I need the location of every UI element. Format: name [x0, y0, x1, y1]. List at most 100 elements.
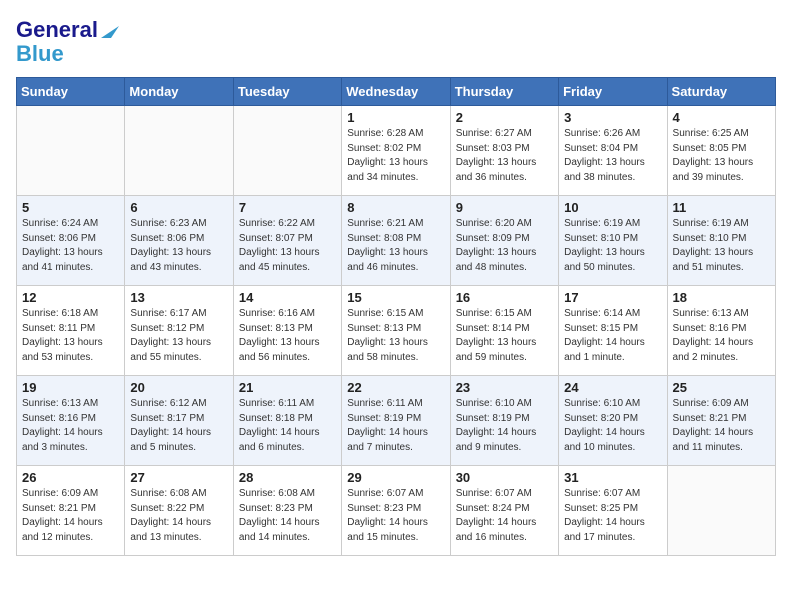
day-number: 20 [130, 380, 227, 395]
calendar-cell: 13 Sunrise: 6:17 AM Sunset: 8:12 PM Dayl… [125, 286, 233, 376]
day-info: Sunrise: 6:12 AM Sunset: 8:17 PM Dayligh… [130, 397, 227, 455]
col-header-monday: Monday [125, 78, 233, 106]
day-info: Sunrise: 6:13 AM Sunset: 8:16 PM Dayligh… [22, 397, 119, 455]
day-number: 14 [239, 290, 336, 305]
day-number: 4 [673, 110, 770, 125]
calendar-cell: 14 Sunrise: 6:16 AM Sunset: 8:13 PM Dayl… [233, 286, 341, 376]
day-info: Sunrise: 6:15 AM Sunset: 8:14 PM Dayligh… [456, 307, 553, 365]
day-number: 16 [456, 290, 553, 305]
calendar-cell: 11 Sunrise: 6:19 AM Sunset: 8:10 PM Dayl… [667, 196, 775, 286]
day-info: Sunrise: 6:25 AM Sunset: 8:05 PM Dayligh… [673, 127, 770, 185]
day-info: Sunrise: 6:10 AM Sunset: 8:19 PM Dayligh… [456, 397, 553, 455]
calendar-cell: 9 Sunrise: 6:20 AM Sunset: 8:09 PM Dayli… [450, 196, 558, 286]
calendar-cell: 20 Sunrise: 6:12 AM Sunset: 8:17 PM Dayl… [125, 376, 233, 466]
calendar-cell: 1 Sunrise: 6:28 AM Sunset: 8:02 PM Dayli… [342, 106, 450, 196]
calendar-cell: 29 Sunrise: 6:07 AM Sunset: 8:23 PM Dayl… [342, 466, 450, 556]
calendar-cell: 12 Sunrise: 6:18 AM Sunset: 8:11 PM Dayl… [17, 286, 125, 376]
day-info: Sunrise: 6:07 AM Sunset: 8:25 PM Dayligh… [564, 487, 661, 545]
day-number: 25 [673, 380, 770, 395]
col-header-friday: Friday [559, 78, 667, 106]
calendar-cell: 30 Sunrise: 6:07 AM Sunset: 8:24 PM Dayl… [450, 466, 558, 556]
calendar-cell: 28 Sunrise: 6:08 AM Sunset: 8:23 PM Dayl… [233, 466, 341, 556]
calendar-cell: 31 Sunrise: 6:07 AM Sunset: 8:25 PM Dayl… [559, 466, 667, 556]
day-info: Sunrise: 6:19 AM Sunset: 8:10 PM Dayligh… [564, 217, 661, 275]
day-info: Sunrise: 6:24 AM Sunset: 8:06 PM Dayligh… [22, 217, 119, 275]
day-number: 26 [22, 470, 119, 485]
day-number: 27 [130, 470, 227, 485]
calendar-cell: 5 Sunrise: 6:24 AM Sunset: 8:06 PM Dayli… [17, 196, 125, 286]
day-number: 10 [564, 200, 661, 215]
day-info: Sunrise: 6:11 AM Sunset: 8:18 PM Dayligh… [239, 397, 336, 455]
calendar-cell: 4 Sunrise: 6:25 AM Sunset: 8:05 PM Dayli… [667, 106, 775, 196]
logo-text: General [16, 19, 98, 41]
day-info: Sunrise: 6:21 AM Sunset: 8:08 PM Dayligh… [347, 217, 444, 275]
calendar-cell: 6 Sunrise: 6:23 AM Sunset: 8:06 PM Dayli… [125, 196, 233, 286]
calendar-cell [125, 106, 233, 196]
day-number: 28 [239, 470, 336, 485]
day-info: Sunrise: 6:18 AM Sunset: 8:11 PM Dayligh… [22, 307, 119, 365]
calendar-cell [233, 106, 341, 196]
calendar-cell [17, 106, 125, 196]
day-number: 23 [456, 380, 553, 395]
day-info: Sunrise: 6:08 AM Sunset: 8:22 PM Dayligh… [130, 487, 227, 545]
calendar-cell: 10 Sunrise: 6:19 AM Sunset: 8:10 PM Dayl… [559, 196, 667, 286]
day-number: 17 [564, 290, 661, 305]
week-row-3: 12 Sunrise: 6:18 AM Sunset: 8:11 PM Dayl… [17, 286, 776, 376]
day-number: 29 [347, 470, 444, 485]
day-info: Sunrise: 6:27 AM Sunset: 8:03 PM Dayligh… [456, 127, 553, 185]
calendar-cell: 18 Sunrise: 6:13 AM Sunset: 8:16 PM Dayl… [667, 286, 775, 376]
calendar-cell: 7 Sunrise: 6:22 AM Sunset: 8:07 PM Dayli… [233, 196, 341, 286]
col-header-tuesday: Tuesday [233, 78, 341, 106]
day-info: Sunrise: 6:16 AM Sunset: 8:13 PM Dayligh… [239, 307, 336, 365]
day-number: 1 [347, 110, 444, 125]
calendar-cell: 15 Sunrise: 6:15 AM Sunset: 8:13 PM Dayl… [342, 286, 450, 376]
calendar-cell: 8 Sunrise: 6:21 AM Sunset: 8:08 PM Dayli… [342, 196, 450, 286]
calendar-cell: 27 Sunrise: 6:08 AM Sunset: 8:22 PM Dayl… [125, 466, 233, 556]
calendar-cell [667, 466, 775, 556]
day-info: Sunrise: 6:14 AM Sunset: 8:15 PM Dayligh… [564, 307, 661, 365]
day-info: Sunrise: 6:23 AM Sunset: 8:06 PM Dayligh… [130, 217, 227, 275]
day-number: 8 [347, 200, 444, 215]
calendar-cell: 23 Sunrise: 6:10 AM Sunset: 8:19 PM Dayl… [450, 376, 558, 466]
day-number: 6 [130, 200, 227, 215]
day-info: Sunrise: 6:13 AM Sunset: 8:16 PM Dayligh… [673, 307, 770, 365]
page-header: General Blue [16, 16, 776, 65]
calendar-table: SundayMondayTuesdayWednesdayThursdayFrid… [16, 77, 776, 556]
day-info: Sunrise: 6:11 AM Sunset: 8:19 PM Dayligh… [347, 397, 444, 455]
calendar-cell: 25 Sunrise: 6:09 AM Sunset: 8:21 PM Dayl… [667, 376, 775, 466]
day-number: 12 [22, 290, 119, 305]
day-info: Sunrise: 6:17 AM Sunset: 8:12 PM Dayligh… [130, 307, 227, 365]
calendar-cell: 26 Sunrise: 6:09 AM Sunset: 8:21 PM Dayl… [17, 466, 125, 556]
day-number: 2 [456, 110, 553, 125]
week-row-4: 19 Sunrise: 6:13 AM Sunset: 8:16 PM Dayl… [17, 376, 776, 466]
calendar-header-row: SundayMondayTuesdayWednesdayThursdayFrid… [17, 78, 776, 106]
day-info: Sunrise: 6:07 AM Sunset: 8:23 PM Dayligh… [347, 487, 444, 545]
col-header-sunday: Sunday [17, 78, 125, 106]
calendar-cell: 16 Sunrise: 6:15 AM Sunset: 8:14 PM Dayl… [450, 286, 558, 376]
day-number: 31 [564, 470, 661, 485]
day-info: Sunrise: 6:10 AM Sunset: 8:20 PM Dayligh… [564, 397, 661, 455]
calendar-cell: 24 Sunrise: 6:10 AM Sunset: 8:20 PM Dayl… [559, 376, 667, 466]
week-row-5: 26 Sunrise: 6:09 AM Sunset: 8:21 PM Dayl… [17, 466, 776, 556]
calendar-cell: 17 Sunrise: 6:14 AM Sunset: 8:15 PM Dayl… [559, 286, 667, 376]
logo: General Blue [16, 16, 119, 65]
day-info: Sunrise: 6:28 AM Sunset: 8:02 PM Dayligh… [347, 127, 444, 185]
day-number: 24 [564, 380, 661, 395]
day-number: 13 [130, 290, 227, 305]
day-info: Sunrise: 6:09 AM Sunset: 8:21 PM Dayligh… [22, 487, 119, 545]
day-info: Sunrise: 6:19 AM Sunset: 8:10 PM Dayligh… [673, 217, 770, 275]
calendar-cell: 21 Sunrise: 6:11 AM Sunset: 8:18 PM Dayl… [233, 376, 341, 466]
logo-bird-icon [101, 18, 119, 38]
col-header-wednesday: Wednesday [342, 78, 450, 106]
day-number: 3 [564, 110, 661, 125]
day-number: 11 [673, 200, 770, 215]
day-info: Sunrise: 6:15 AM Sunset: 8:13 PM Dayligh… [347, 307, 444, 365]
calendar-cell: 2 Sunrise: 6:27 AM Sunset: 8:03 PM Dayli… [450, 106, 558, 196]
col-header-thursday: Thursday [450, 78, 558, 106]
day-number: 18 [673, 290, 770, 305]
day-number: 21 [239, 380, 336, 395]
day-info: Sunrise: 6:22 AM Sunset: 8:07 PM Dayligh… [239, 217, 336, 275]
day-number: 9 [456, 200, 553, 215]
day-info: Sunrise: 6:07 AM Sunset: 8:24 PM Dayligh… [456, 487, 553, 545]
calendar-cell: 19 Sunrise: 6:13 AM Sunset: 8:16 PM Dayl… [17, 376, 125, 466]
